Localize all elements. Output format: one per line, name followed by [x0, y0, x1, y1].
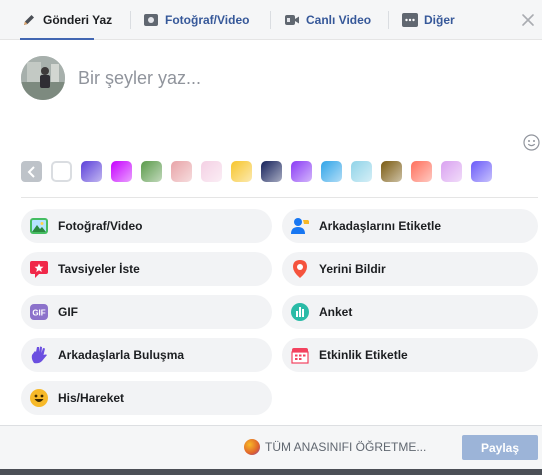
tab-photo-video[interactable]: Fotoğraf/Video: [143, 0, 249, 40]
background-swatch[interactable]: [441, 161, 462, 182]
poll-icon: [290, 302, 310, 322]
tab-write-post[interactable]: Gönderi Yaz: [21, 0, 112, 40]
background-swatch[interactable]: [201, 161, 222, 182]
background-swatch[interactable]: [411, 161, 432, 182]
tab-divider: [270, 11, 271, 29]
background-swatch[interactable]: [381, 161, 402, 182]
group-avatar-icon: [244, 439, 260, 455]
action-feeling-activity[interactable]: His/Hareket: [21, 381, 272, 415]
smiley-icon: [29, 388, 49, 408]
close-icon[interactable]: [519, 11, 537, 29]
live-video-icon: [284, 12, 300, 28]
background-swatch[interactable]: [171, 161, 192, 182]
window-edge: [0, 469, 542, 475]
action-label: His/Hareket: [58, 391, 125, 405]
action-meet-friends[interactable]: Arkadaşlarla Buluşma: [21, 338, 272, 372]
wave-hand-icon: [29, 345, 49, 365]
avatar: [21, 56, 65, 100]
action-label: Fotoğraf/Video: [58, 219, 143, 233]
svg-text:GIF: GIF: [32, 309, 45, 318]
action-poll[interactable]: Anket: [282, 295, 538, 329]
tab-label: Gönderi Yaz: [43, 13, 113, 27]
tab-divider: [130, 11, 131, 29]
pencil-icon: [21, 12, 37, 28]
emoji-picker-icon[interactable]: [523, 134, 540, 151]
action-gif[interactable]: GIF GIF: [21, 295, 272, 329]
divider: [21, 197, 538, 198]
audience-label: TÜM ANASINIFI ÖĞRETME...: [265, 440, 427, 454]
active-tab-indicator: [20, 38, 94, 40]
background-swatch[interactable]: [351, 161, 372, 182]
audience-selector[interactable]: TÜM ANASINIFI ÖĞRETME...: [244, 437, 426, 457]
post-text-input[interactable]: [78, 63, 498, 93]
action-label: Tavsiyeler İste: [58, 262, 140, 276]
background-swatch[interactable]: [141, 161, 162, 182]
composer-tab-bar: Gönderi Yaz Fotoğraf/Video Canlı Video D…: [0, 0, 542, 40]
photo-icon: [29, 216, 49, 236]
background-swatch[interactable]: [321, 161, 342, 182]
tab-label: Diğer: [424, 13, 455, 27]
action-label: GIF: [58, 305, 78, 319]
background-swatch[interactable]: [231, 161, 252, 182]
location-pin-icon: [290, 259, 310, 279]
action-ask-recommendations[interactable]: Tavsiyeler İste: [21, 252, 272, 286]
background-swatch[interactable]: [261, 161, 282, 182]
action-check-in[interactable]: Yerini Bildir: [282, 252, 538, 286]
swatch-plain-white[interactable]: [51, 161, 72, 182]
more-icon: [402, 12, 418, 28]
camera-icon: [143, 12, 159, 28]
calendar-icon: [290, 345, 310, 365]
action-label: Etkinlik Etiketle: [319, 348, 408, 362]
background-swatch[interactable]: [471, 161, 492, 182]
background-swatch[interactable]: [111, 161, 132, 182]
tab-label: Fotoğraf/Video: [165, 13, 250, 27]
action-tag-event[interactable]: Etkinlik Etiketle: [282, 338, 538, 372]
background-swatch[interactable]: [291, 161, 312, 182]
action-label: Yerini Bildir: [319, 262, 386, 276]
share-button[interactable]: Paylaş: [462, 435, 538, 460]
tag-friends-icon: [290, 216, 310, 236]
tab-divider: [388, 11, 389, 29]
background-swatch[interactable]: [81, 161, 102, 182]
action-label: Arkadaşlarını Etiketle: [319, 219, 442, 233]
gif-icon: GIF: [29, 302, 49, 322]
swatch-collapse-button[interactable]: [21, 161, 42, 182]
tab-live-video[interactable]: Canlı Video: [284, 0, 371, 40]
tab-more[interactable]: Diğer: [402, 0, 455, 40]
action-tag-friends[interactable]: Arkadaşlarını Etiketle: [282, 209, 538, 243]
action-label: Arkadaşlarla Buluşma: [58, 348, 185, 362]
tab-label: Canlı Video: [306, 13, 372, 27]
recommendation-icon: [29, 259, 49, 279]
action-photo-video[interactable]: Fotoğraf/Video: [21, 209, 272, 243]
action-label: Anket: [319, 305, 353, 319]
